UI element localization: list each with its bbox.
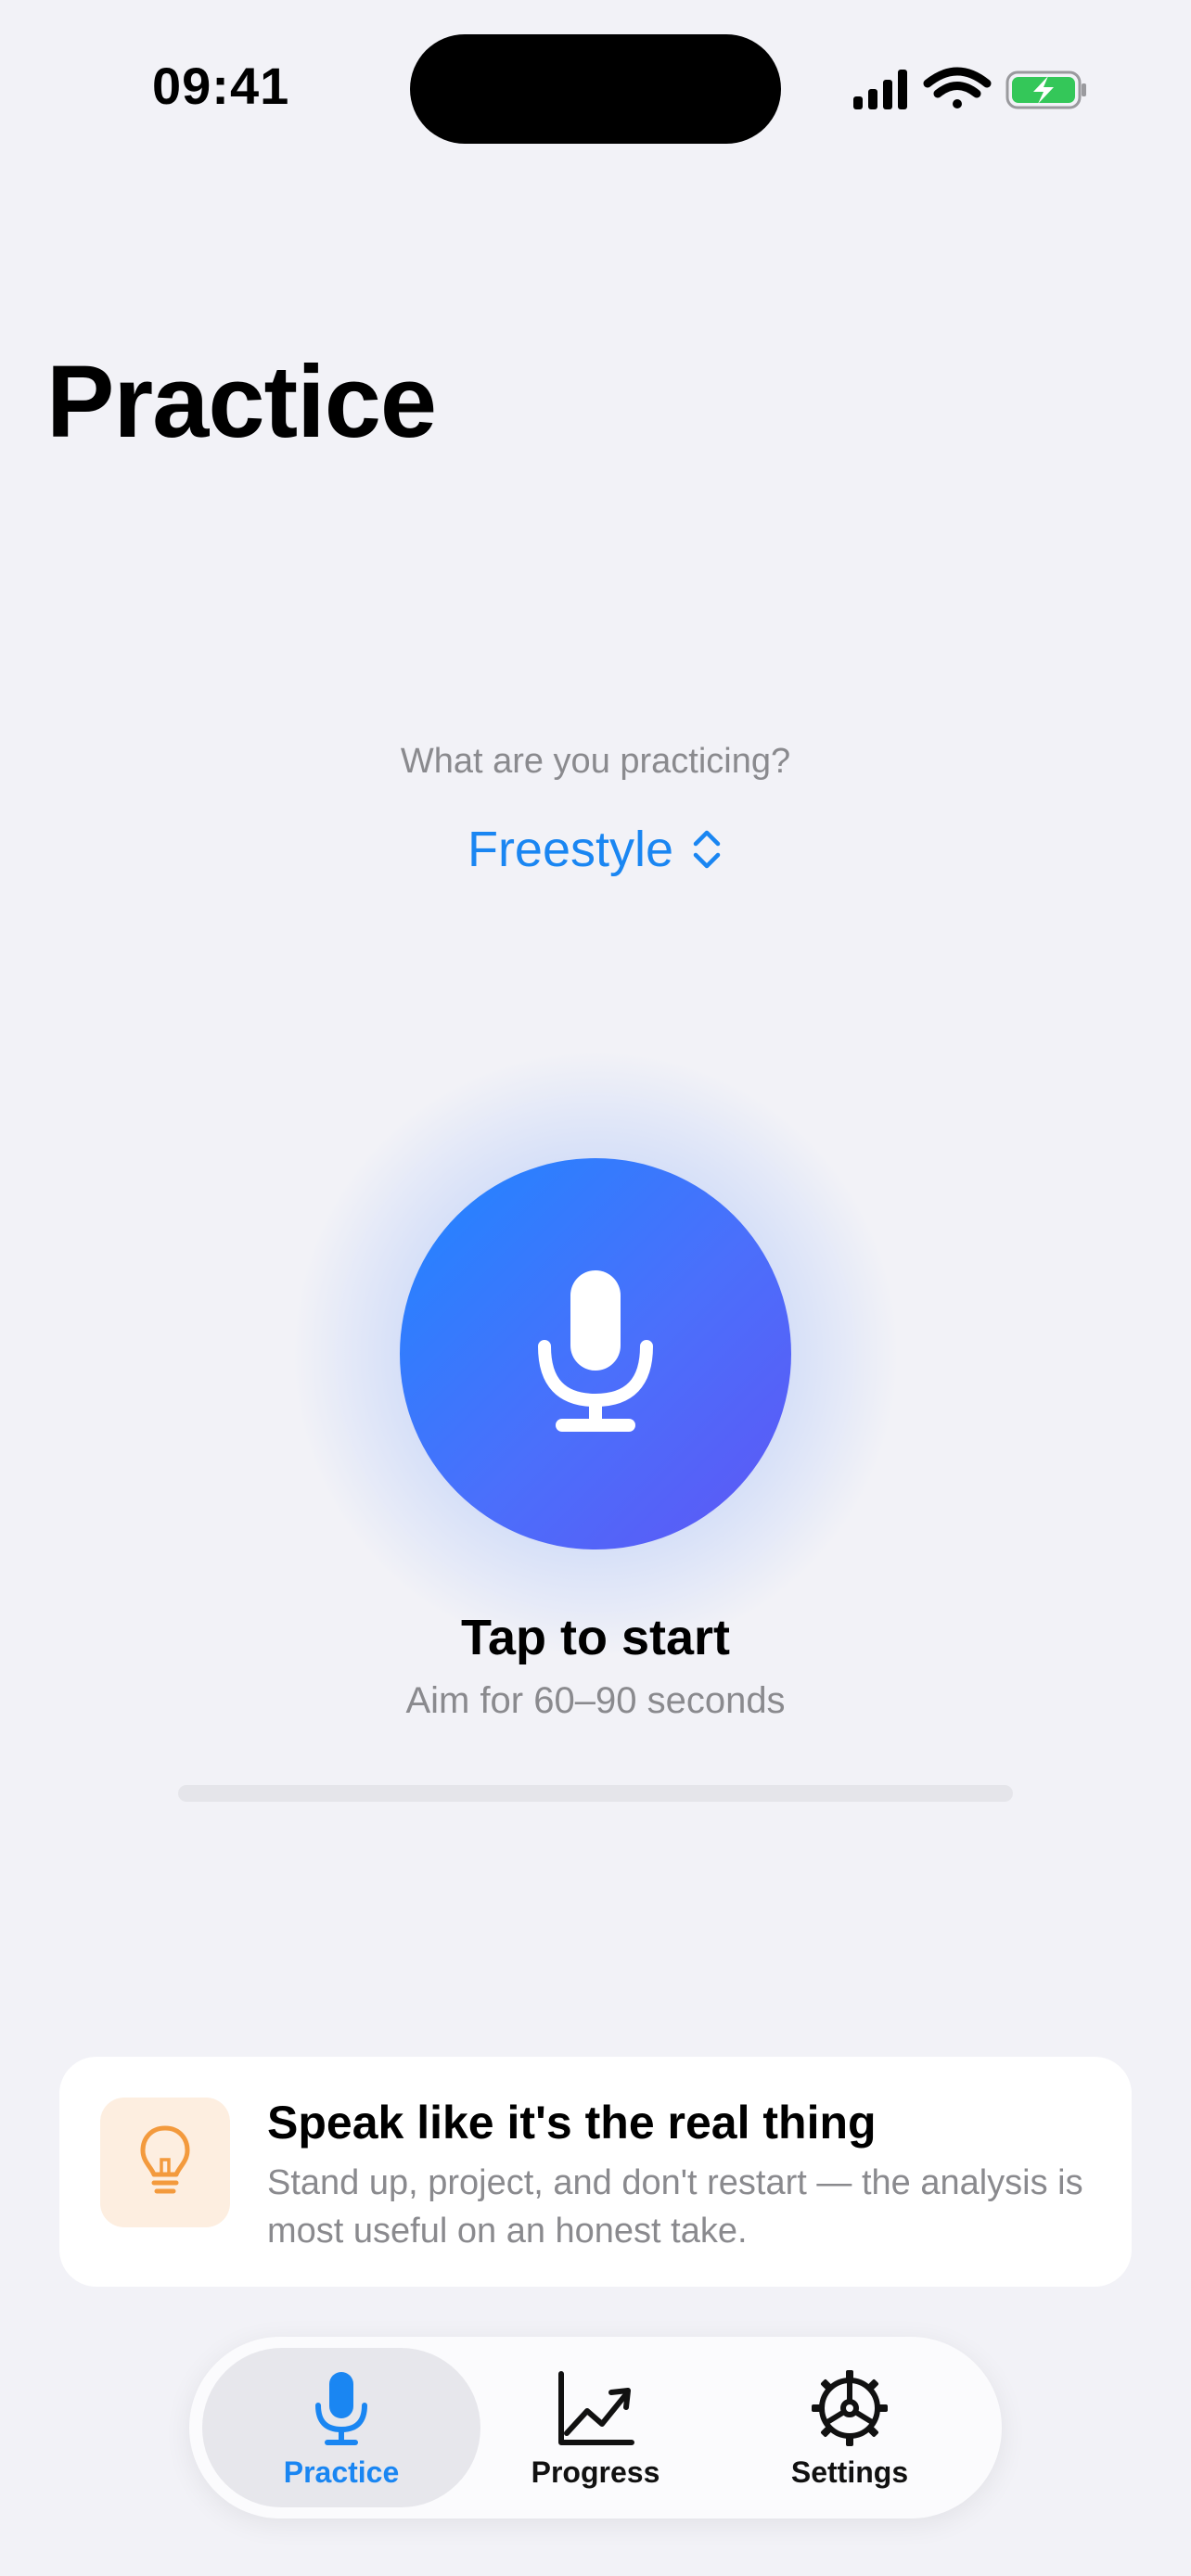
practice-question: What are you practicing? [400,742,791,781]
mode-picker[interactable]: Freestyle [0,821,1191,878]
tip-card: Speak like it's the real thing Stand up,… [59,2057,1132,2287]
chart-line-icon [558,2371,634,2445]
microphone-icon [315,2372,367,2445]
tab-settings-label: Settings [790,2455,909,2489]
tip-icon-container [100,2098,230,2227]
tab-progress[interactable]: Progress [456,2348,735,2507]
page-title: Practice [46,345,437,459]
status-bar: 09:41 [0,0,1191,176]
tab-practice[interactable]: Practice [202,2348,480,2507]
lightbulb-icon [140,2125,190,2194]
recording-progress-bar [178,1785,1013,1802]
chevron-up-down-icon [693,830,721,869]
status-time: 09:41 [152,57,290,115]
tab-practice-label: Practice [283,2455,400,2489]
tab-settings[interactable]: Settings [711,2348,989,2507]
tip-body: Stand up, project, and don't restart — t… [267,2163,1083,2251]
status-icons [853,67,1086,109]
wifi-icon [923,67,992,108]
mode-picker-value: Freestyle [467,822,674,877]
battery-charging-icon [1005,70,1086,109]
cellular-signal-icon [853,70,907,109]
tab-bar: Practice Progress Settings [189,2337,1002,2519]
duration-hint: Aim for 60–90 seconds [405,1680,786,1721]
microphone-icon [538,1270,653,1432]
tab-progress-label: Progress [531,2455,660,2489]
record-prompt-label: Tap to start [460,1610,730,1665]
record-button[interactable] [400,1158,791,1549]
dynamic-island [410,34,781,144]
gear-icon [812,2370,888,2446]
tip-title: Speak like it's the real thing [267,2097,877,2149]
